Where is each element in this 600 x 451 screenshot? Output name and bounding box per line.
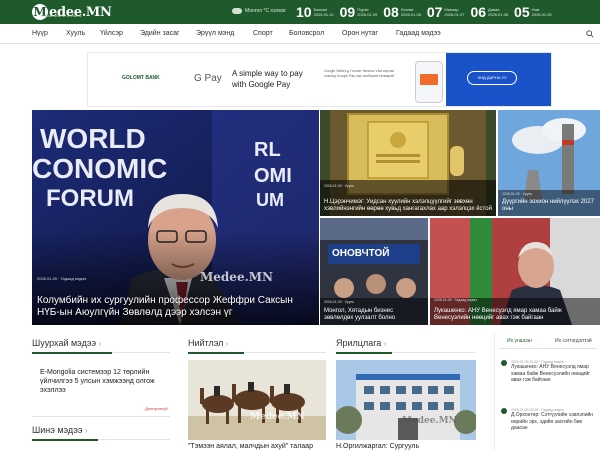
nav-item-world[interactable]: Гадаад мэдээ [396,30,441,37]
date-item[interactable]: 08 Лхагва 2026.01.08 [383,3,421,21]
date-full: 2026.01.09 [357,12,378,17]
date-full: 2026.01.05 [531,12,552,17]
date-number: 06 [470,4,487,20]
section-underline [188,352,244,354]
cloud-icon [232,8,242,14]
main-nav: Нүүр Хууль Үйлсэр Эдийн засаг Эрүүл мэнд… [0,24,600,44]
date-number: 07 [426,4,443,20]
gpay-logo: G Pay [194,73,222,84]
date-number: 10 [296,4,312,20]
chevron-right-icon: › [98,341,101,348]
tab-divider [499,348,597,349]
date-item[interactable]: 07 Мягмар 2026.01.07 [427,3,465,21]
article-tile[interactable]: ОНОВЧТОЙ 2026.01.09 · Хууль Монгол, Хята… [320,218,428,325]
nav-item-health[interactable]: Эрүүл мэнд [196,30,234,37]
nav-item-economy[interactable]: Эдийн засаг [140,30,180,37]
tab-most-read[interactable]: Их уншсан [507,338,532,344]
date-number: 08 [383,4,399,20]
section-title-mining[interactable]: Шуурхай мэдээ › [32,338,101,348]
bank-logo: GOLOMT BANK [122,75,160,81]
date-full: 2026.01.08 [400,12,421,17]
section-rule [98,439,170,440]
article-tile[interactable]: 2026.01.09 · Гадаад мэдээ Лукашенко: АНУ… [430,218,600,325]
date-item[interactable]: 06 Даваа 2026.01.06 [470,3,508,21]
date-number: 09 [339,4,356,20]
section-underline [32,439,98,441]
bullet-icon [501,360,507,366]
article-thumbnail[interactable]: Medee.MN [188,360,326,440]
site-logo[interactable]: M edee.MN [32,3,112,21]
section-title-tourism[interactable]: Нийтлэл › [188,338,228,348]
nav-item-home[interactable]: Нүүр [32,30,48,37]
article-title[interactable]: Монгол, Хятадын бизнес зөвлөлдөх уулзалт… [324,308,424,322]
article-tile[interactable]: 2026.01.09 · Хууль Дүүргийн зохион нийлү… [498,110,600,216]
weather-widget: Монгол °С хэлмэг [232,8,286,14]
hero-article[interactable]: WORLD CONOMIC FORUM RL OMI UM Medee.MN 2… [32,110,319,325]
sidebar-item-text: Д.Орхонтөр: Сэтгүүлийн хэвлэлийн өөрийн … [511,412,594,431]
section-underline [336,352,392,354]
article-thumbnail[interactable]: Medee.MN [336,360,476,440]
article-meta: 2026.01.09 · Гадаад мэдээ [37,276,87,281]
sidebar-item[interactable]: 2026.01.09 09:25 · Гадаад мэдээ Д.Орхонт… [511,408,597,432]
tab-most-commented[interactable]: Их сэтгэгдэлтэй [555,338,592,344]
top-bar: M edee.MN МЭДЭЭЛЛИЙН ЭХ СУРВАЛЖ Монгол °… [0,0,600,24]
date-full: 2026.01.10 [313,12,334,17]
date-item[interactable]: 05 Ням 2026.01.05 [514,3,552,21]
ad-tagline: A simple way to pay with Google Pay [232,69,303,89]
sidebar-item[interactable]: 2026.01.09 10:02 · Гадаад мэдээ Лукашенк… [511,360,597,384]
article-meta: 2026.01.09 · Хууль [324,184,355,188]
watermark: Medee.MN [402,416,457,426]
section-rule [392,352,476,353]
weather-text: Монгол °С хэлмэг [245,8,287,14]
hero-title[interactable]: Колумбийн их сургуулийн профессор Жеффри… [37,295,305,319]
nav-item-law[interactable]: Хууль [66,30,85,37]
date-number: 05 [514,4,530,20]
hero-image: WORLD CONOMIC FORUM RL OMI UM [32,110,319,325]
section-title-new[interactable]: Шинэ мэдээ › [32,425,87,435]
section-underline [32,352,112,354]
date-full: 2026.01.06 [488,12,509,17]
phone-image [415,61,443,103]
watermark: Medee.MN [250,412,305,422]
search-icon[interactable] [586,30,594,38]
nav-item-education[interactable]: Боловсрол [289,30,324,37]
watermark: Medee.MN [200,270,274,284]
chevron-right-icon: › [383,341,387,348]
ad-description: Google Wallet-д Голомт банкны Visa карта… [324,69,396,78]
article-meta: 2026.01.09 · Хууль [502,192,533,196]
date-strip: 10 Баасан 2026.01.10 09 Пүрэв 2026.01.09 0… [296,3,558,21]
section-rule [112,352,170,353]
more-link[interactable]: Дэлгэрэнгүй [145,406,168,411]
nav-item-sport[interactable]: Спорт [253,30,273,37]
article-title[interactable]: Лукашенко: АНУ Венесуэлд ямар хамаа байж… [434,308,596,322]
logo-tagline: МЭДЭЭЛЛИЙН ЭХ СУРВАЛЖ [40,14,82,18]
section-rule [32,416,170,417]
nav-item-local[interactable]: Орон нутаг [342,30,378,37]
chevron-right-icon: › [84,428,88,435]
date-item[interactable]: 09 Пүрэв 2026.01.09 [340,3,378,21]
section-rule [244,352,326,353]
camels-image [188,360,326,440]
article-title[interactable]: Дүүргийн зохион нийлүүлэх 2027 оны [502,199,596,213]
chevron-right-icon: › [225,341,229,348]
tile-brand: ОНОВЧТОЙ [332,248,390,259]
nav-item-politics[interactable]: Үйлсэр [100,30,123,37]
sidebar-popular: Их уншсан Их сэтгэгдэлтэй 2026.01.09 10:… [494,332,600,450]
building-image [336,360,476,440]
ad-cta-button[interactable]: ЭНД ДАРНА УУ [467,71,517,85]
bullet-icon [501,408,507,414]
article-meta: 2026.01.09 · Гадаад мэдээ [434,298,477,302]
section-title-official[interactable]: Ярилцлага › [336,338,386,348]
date-item[interactable]: 10 Баасан 2026.01.10 [296,3,334,21]
news-card-text[interactable]: E-Mongolia системээр 12 төрлийн үйлчилгэ… [40,368,162,395]
ad-banner[interactable]: GOLOMT BANK G Pay A simple way to pay wi… [87,52,552,107]
article-title[interactable]: Н.Цэрэнчимэг: Уидсан хуулийн хэлэлцүүлги… [324,199,492,213]
article-tile[interactable]: 2026.01.09 · Хууль Н.Цэрэнчимэг: Уидсан … [320,110,496,216]
article-meta: 2026.01.09 · Хууль [324,300,355,304]
sidebar-item-text: Лукашенко: АНУ Венесуэлд ямар хамаа байж… [511,364,590,383]
date-full: 2026.01.07 [444,12,465,17]
